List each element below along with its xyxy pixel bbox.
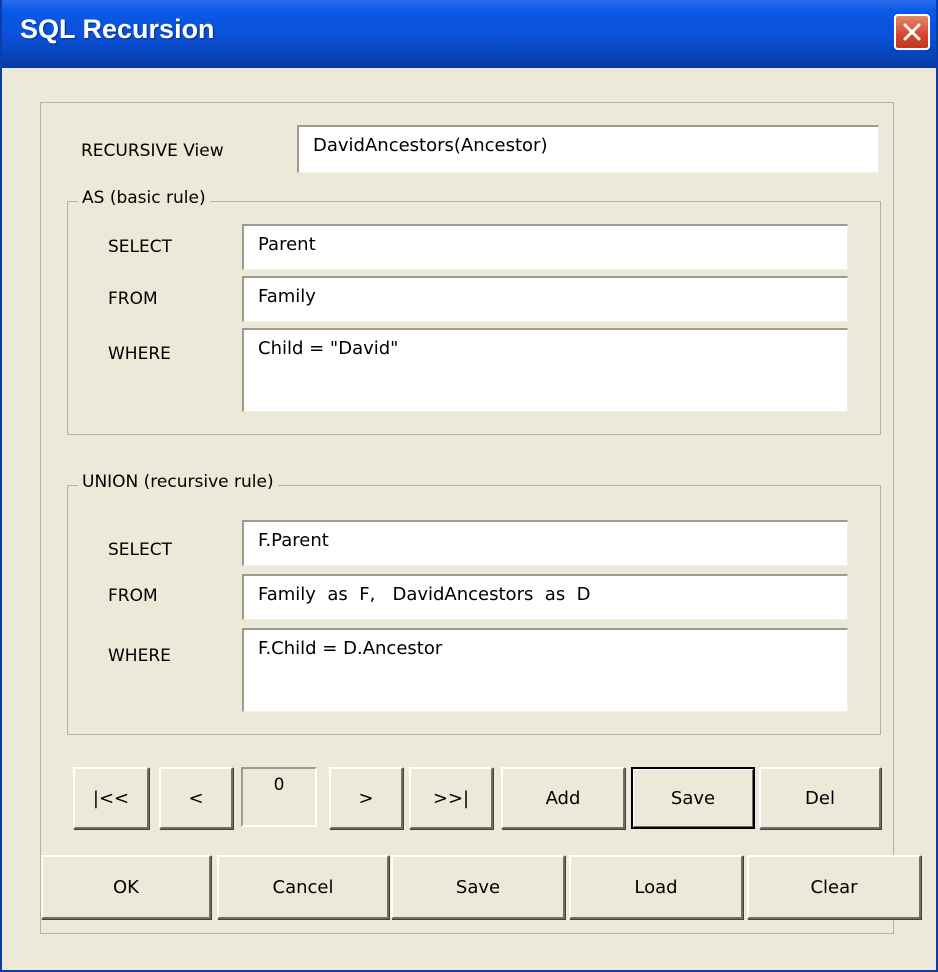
save-button[interactable]: Save bbox=[391, 855, 565, 919]
recursive-from-label: FROM bbox=[108, 586, 158, 606]
title-bar[interactable]: SQL Recursion bbox=[2, 0, 936, 68]
recursive-rule-group: UNION (recursive rule) SELECT F.Parent F… bbox=[67, 472, 881, 735]
clear-button[interactable]: Clear bbox=[747, 855, 921, 919]
basic-select-input[interactable]: Parent bbox=[242, 224, 848, 270]
next-record-button[interactable]: > bbox=[329, 767, 403, 829]
recursive-select-label: SELECT bbox=[108, 540, 172, 560]
previous-record-button[interactable]: < bbox=[159, 767, 233, 829]
recursive-rule-legend: UNION (recursive rule) bbox=[78, 472, 278, 492]
basic-where-input[interactable]: Child = "David" bbox=[242, 328, 848, 412]
basic-select-label: SELECT bbox=[108, 237, 172, 257]
basic-from-label: FROM bbox=[108, 289, 158, 309]
basic-rule-legend: AS (basic rule) bbox=[78, 188, 210, 208]
dialog-window: SQL Recursion RECURSIVE View DavidAncest… bbox=[0, 0, 938, 972]
ok-button[interactable]: OK bbox=[41, 855, 211, 919]
load-button[interactable]: Load bbox=[569, 855, 743, 919]
recursive-select-input[interactable]: F.Parent bbox=[242, 520, 848, 566]
recursive-view-label: RECURSIVE View bbox=[81, 141, 224, 161]
close-icon bbox=[903, 23, 921, 41]
window-title: SQL Recursion bbox=[20, 14, 215, 44]
last-record-button[interactable]: >>| bbox=[409, 767, 493, 829]
basic-where-label: WHERE bbox=[108, 344, 171, 364]
delete-rule-button[interactable]: Del bbox=[759, 767, 881, 829]
basic-rule-group: AS (basic rule) SELECT Parent FROM Famil… bbox=[67, 188, 881, 435]
close-button[interactable] bbox=[894, 14, 930, 50]
add-rule-button[interactable]: Add bbox=[501, 767, 625, 829]
recursive-where-label: WHERE bbox=[108, 646, 171, 666]
record-number-display: 0 bbox=[241, 767, 317, 827]
basic-from-input[interactable]: Family bbox=[242, 276, 848, 322]
first-record-button[interactable]: |<< bbox=[73, 767, 149, 829]
recursive-from-input[interactable]: Family as F, DavidAncestors as D bbox=[242, 574, 848, 620]
recursive-where-input[interactable]: F.Child = D.Ancestor bbox=[242, 628, 848, 712]
save-rule-button[interactable]: Save bbox=[631, 767, 755, 829]
recursive-view-input[interactable]: DavidAncestors(Ancestor) bbox=[297, 125, 879, 173]
main-group: RECURSIVE View DavidAncestors(Ancestor) … bbox=[40, 102, 921, 934]
cancel-button[interactable]: Cancel bbox=[217, 855, 389, 919]
